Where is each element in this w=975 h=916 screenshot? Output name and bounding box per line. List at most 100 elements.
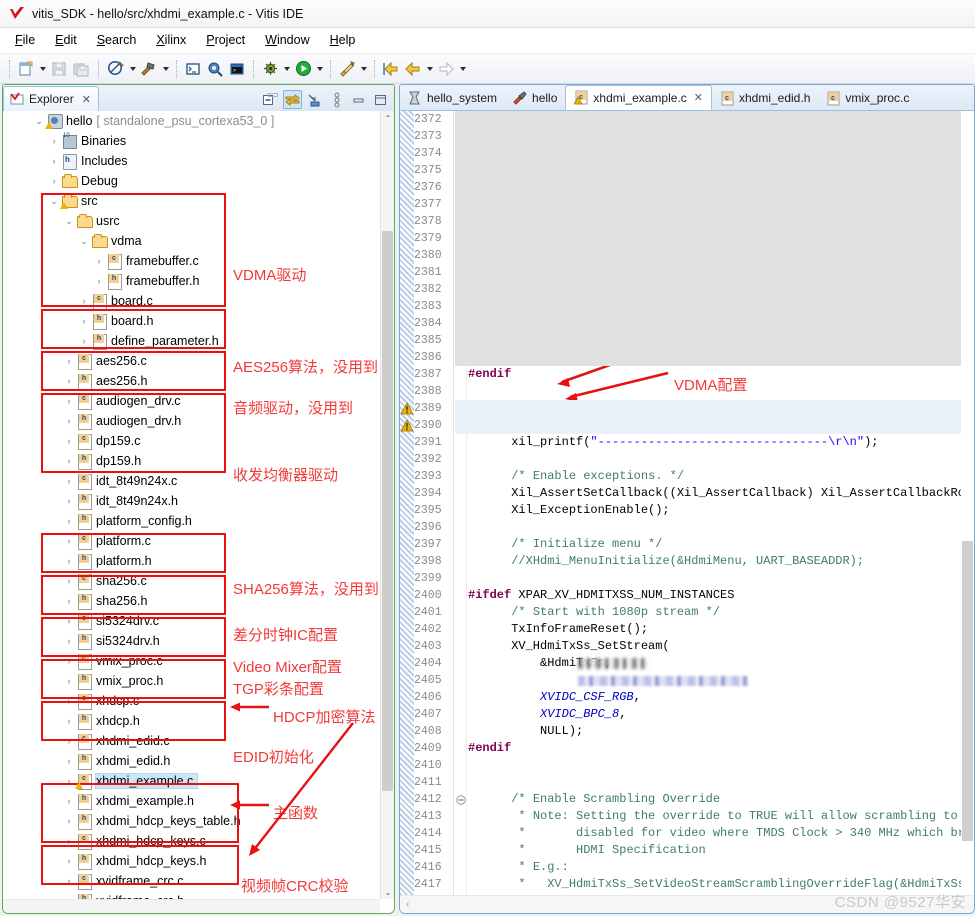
code-line[interactable]: * disabled for video where TMDS Clock > … xyxy=(468,825,974,842)
code-line[interactable]: xil_printf("----------------------------… xyxy=(468,434,974,451)
chevron-right-icon[interactable]: › xyxy=(92,276,106,286)
view-menu-icon[interactable] xyxy=(327,90,346,109)
save-all-icon[interactable] xyxy=(70,57,92,81)
chevron-right-icon[interactable]: › xyxy=(92,256,106,266)
chevron-down-icon[interactable]: ⌄ xyxy=(47,196,61,207)
run-icon[interactable] xyxy=(292,57,314,81)
code-line[interactable]: XVIDC_BPC_8, xyxy=(468,706,974,723)
chevron-down-icon[interactable]: ⌄ xyxy=(77,236,91,247)
build-clean-icon[interactable] xyxy=(105,57,127,81)
terminal-icon[interactable] xyxy=(182,57,204,81)
tree-item-platform-config-h[interactable]: ›platform_config.h xyxy=(3,511,394,531)
scroll-left-icon[interactable]: ‹ xyxy=(406,899,409,910)
code-line[interactable] xyxy=(468,757,974,774)
code-vertical-scrollbar[interactable] xyxy=(961,111,974,895)
chevron-right-icon[interactable]: › xyxy=(62,396,76,406)
new-wizard-icon[interactable] xyxy=(15,57,37,81)
tab-explorer[interactable]: Explorer ✕ xyxy=(3,86,99,111)
code-line[interactable]: TxInfoFrameReset(); xyxy=(468,621,974,638)
code-line[interactable]: //XHdmi_MenuInitialize(&HdmiMenu, UART_B… xyxy=(468,553,974,570)
tree-item-platform-h[interactable]: ›platform.h xyxy=(3,551,394,571)
code-line[interactable]: NULL); xyxy=(468,723,974,740)
chevron-right-icon[interactable]: › xyxy=(62,816,76,826)
code-line[interactable]: * Note: Setting the override to TRUE wil… xyxy=(468,808,974,825)
new-wizard-dropdown[interactable] xyxy=(37,57,48,81)
tree-item-xhdmi-hdcp-keys-c[interactable]: ›xhdmi_hdcp_keys.c xyxy=(3,831,394,851)
console-icon[interactable]: > xyxy=(226,57,248,81)
minimize-icon[interactable] xyxy=(349,90,368,109)
back-icon[interactable] xyxy=(402,57,424,81)
code-line[interactable]: Xil_ExceptionEnable(); xyxy=(468,502,974,519)
menu-xilinx[interactable]: Xilinx xyxy=(147,31,197,50)
forward-dropdown[interactable] xyxy=(457,57,468,81)
chevron-right-icon[interactable]: › xyxy=(62,876,76,886)
tree-item-xhdmi-hdcp-keys-table-h[interactable]: ›xhdmi_hdcp_keys_table.h xyxy=(3,811,394,831)
chevron-right-icon[interactable]: › xyxy=(62,416,76,426)
debug-dropdown[interactable] xyxy=(281,57,292,81)
chevron-down-icon[interactable]: ⌄ xyxy=(32,116,46,127)
chevron-right-icon[interactable]: › xyxy=(62,756,76,766)
tree-item-board-c[interactable]: ›board.c xyxy=(3,291,394,311)
chevron-right-icon[interactable]: › xyxy=(62,496,76,506)
chevron-right-icon[interactable]: › xyxy=(77,336,91,346)
chevron-right-icon[interactable]: › xyxy=(62,376,76,386)
scroll-thumb[interactable] xyxy=(962,541,973,841)
chevron-down-icon[interactable]: ⌄ xyxy=(62,216,76,227)
code-line[interactable]: * E.g.: xyxy=(468,859,974,876)
project-tree[interactable]: ⌄hello[ standalone_psu_cortexa53_0 ]›Bin… xyxy=(3,111,394,913)
code-line[interactable] xyxy=(468,519,974,536)
save-icon[interactable] xyxy=(48,57,70,81)
tree-horizontal-scrollbar[interactable] xyxy=(3,899,380,913)
tree-item-hello[interactable]: ⌄hello[ standalone_psu_cortexa53_0 ] xyxy=(3,111,394,131)
code-line[interactable]: #ifdef XPAR_XV_HDMITXSS_NUM_INSTANCES xyxy=(468,587,974,604)
code-line[interactable]: XV_HdmiTxSs_SetStream( xyxy=(468,638,974,655)
menu-file[interactable]: File xyxy=(6,31,46,50)
editor-tab-xhdmi-edid-h[interactable]: cxhdmi_edid.h xyxy=(712,86,818,110)
menu-edit[interactable]: Edit xyxy=(46,31,88,50)
tree-item-framebuffer-h[interactable]: ›framebuffer.h xyxy=(3,271,394,291)
tree-item-includes[interactable]: ›Includes xyxy=(3,151,394,171)
chevron-right-icon[interactable]: › xyxy=(62,476,76,486)
tree-item-binaries[interactable]: ›Binaries xyxy=(3,131,394,151)
fold-collapse-icon[interactable] xyxy=(456,795,466,805)
chevron-right-icon[interactable]: › xyxy=(62,456,76,466)
chevron-right-icon[interactable]: › xyxy=(62,576,76,586)
chevron-right-icon[interactable]: › xyxy=(62,356,76,366)
annotation-ruler[interactable] xyxy=(400,111,414,895)
tree-item-vdma[interactable]: ⌄vdma xyxy=(3,231,394,251)
chevron-right-icon[interactable]: › xyxy=(62,836,76,846)
code-line[interactable] xyxy=(468,774,974,791)
tree-item-xhdmi-edid-h[interactable]: ›xhdmi_edid.h xyxy=(3,751,394,771)
chevron-right-icon[interactable]: › xyxy=(62,736,76,746)
editor-tab-xhdmi-example-c[interactable]: cxhdmi_example.c✕ xyxy=(565,85,712,110)
tree-item-xhdmi-example-c[interactable]: ›xhdmi_example.c xyxy=(3,771,394,791)
scroll-up-icon[interactable]: ⌃ xyxy=(381,111,395,125)
chevron-right-icon[interactable]: › xyxy=(47,156,61,166)
editor-tab-vmix-proc-c[interactable]: cvmix_proc.c xyxy=(818,86,917,110)
code-editor[interactable]: 2372237323742375237623772378237923802381… xyxy=(400,111,974,895)
tree-item-xhdmi-example-h[interactable]: ›xhdmi_example.h xyxy=(3,791,394,811)
back-dropdown[interactable] xyxy=(424,57,435,81)
chevron-right-icon[interactable]: › xyxy=(62,516,76,526)
build-hammer-dropdown[interactable] xyxy=(160,57,171,81)
tree-item-dp159-c[interactable]: ›dp159.c xyxy=(3,431,394,451)
maximize-icon[interactable] xyxy=(371,90,390,109)
tree-item-framebuffer-c[interactable]: ›framebuffer.c xyxy=(3,251,394,271)
warning-marker-icon[interactable] xyxy=(401,403,413,415)
warning-marker-icon[interactable] xyxy=(401,420,413,432)
code-line[interactable]: /* Initialize menu */ xyxy=(468,536,974,553)
chevron-right-icon[interactable]: › xyxy=(77,316,91,326)
back-yellow-icon[interactable] xyxy=(380,57,402,81)
code-line[interactable]: /* Enable exceptions. */ xyxy=(468,468,974,485)
tree-item-define-parameter-h[interactable]: ›define_parameter.h xyxy=(3,331,394,351)
scroll-thumb[interactable] xyxy=(382,231,393,791)
chevron-right-icon[interactable]: › xyxy=(62,616,76,626)
tree-item-xhdmi-edid-c[interactable]: ›xhdmi_edid.c xyxy=(3,731,394,751)
chevron-right-icon[interactable]: › xyxy=(62,536,76,546)
tree-item-xhdmi-hdcp-keys-h[interactable]: ›xhdmi_hdcp_keys.h xyxy=(3,851,394,871)
tree-item-idt-8t49n24x-h[interactable]: ›idt_8t49n24x.h xyxy=(3,491,394,511)
scroll-down-icon[interactable]: ⌄ xyxy=(381,885,395,899)
forward-icon[interactable] xyxy=(435,57,457,81)
launch-dropdown[interactable] xyxy=(358,57,369,81)
menu-help[interactable]: Help xyxy=(321,31,367,50)
